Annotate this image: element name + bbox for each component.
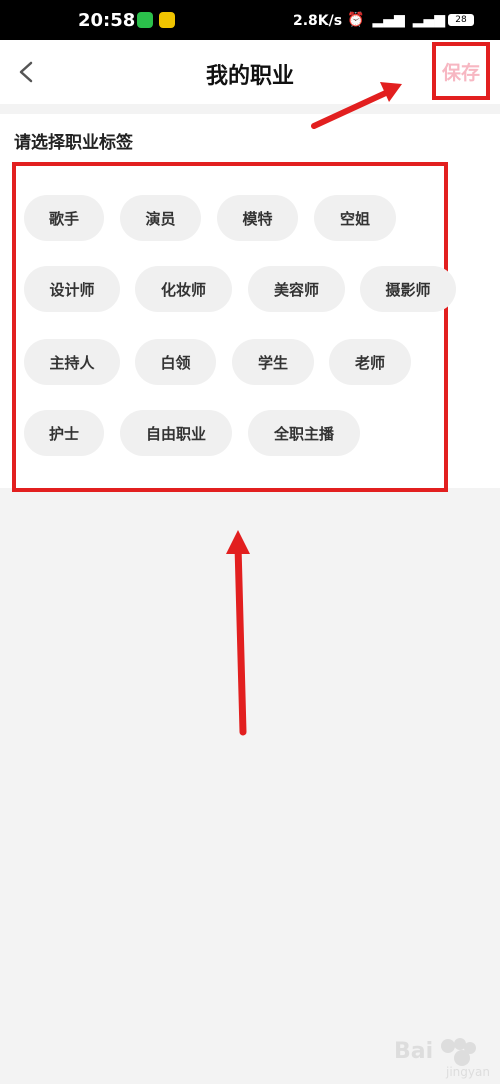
svg-text:jingyan: jingyan	[445, 1065, 490, 1079]
arrow-to-save	[311, 82, 402, 129]
baidu-watermark-icon: Bai jingyan	[394, 1038, 490, 1079]
arrow-to-tags	[226, 530, 250, 736]
svg-text:Bai: Bai	[394, 1039, 433, 1064]
annotation-arrows	[226, 82, 402, 736]
